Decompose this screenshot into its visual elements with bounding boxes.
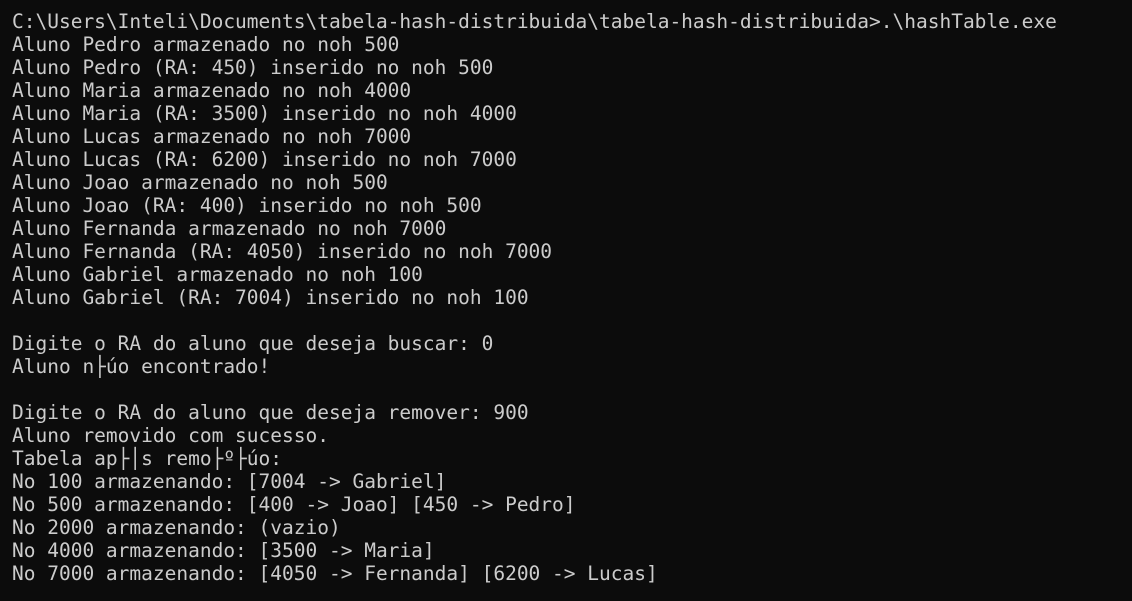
table-row-line: No 2000 armazenando: (vazio) bbox=[12, 516, 341, 539]
output-line: Aluno Pedro armazenado no noh 500 bbox=[12, 33, 400, 56]
terminal-window[interactable]: C:\Users\Inteli\Documents\tabela-hash-di… bbox=[0, 0, 1132, 601]
output-line: Aluno Joao (RA: 400) inserido no noh 500 bbox=[12, 194, 482, 217]
search-prompt-line: Digite o RA do aluno que deseja buscar: … bbox=[12, 332, 494, 355]
output-line: Aluno Lucas (RA: 6200) inserido no noh 7… bbox=[12, 148, 517, 171]
output-line: Aluno Fernanda (RA: 4050) inserido no no… bbox=[12, 240, 553, 263]
table-row-line: No 7000 armazenando: [4050 -> Fernanda] … bbox=[12, 562, 658, 585]
output-line: Aluno n├úo encontrado! bbox=[12, 355, 271, 378]
table-row-line: No 500 armazenando: [400 -> Joao] [450 -… bbox=[12, 493, 576, 516]
remove-prompt-line: Digite o RA do aluno que deseja remover:… bbox=[12, 401, 529, 424]
output-line: Aluno Fernanda armazenado no noh 7000 bbox=[12, 217, 447, 240]
command-prompt-line: C:\Users\Inteli\Documents\tabela-hash-di… bbox=[12, 10, 1057, 33]
output-line: Aluno Gabriel (RA: 7004) inserido no noh… bbox=[12, 286, 529, 309]
output-line: Aluno removido com sucesso. bbox=[12, 424, 329, 447]
output-line: Aluno Maria (RA: 3500) inserido no noh 4… bbox=[12, 102, 517, 125]
table-row-line: No 4000 armazenando: [3500 -> Maria] bbox=[12, 539, 435, 562]
output-line: Tabela ap├│s remo├º├úo: bbox=[12, 447, 283, 470]
output-line: Aluno Joao armazenado no noh 500 bbox=[12, 171, 388, 194]
table-row-line: No 100 armazenando: [7004 -> Gabriel] bbox=[12, 470, 447, 493]
output-line: Aluno Pedro (RA: 450) inserido no noh 50… bbox=[12, 56, 494, 79]
output-line: Aluno Gabriel armazenado no noh 100 bbox=[12, 263, 423, 286]
output-line: Aluno Lucas armazenado no noh 7000 bbox=[12, 125, 412, 148]
output-line: Aluno Maria armazenado no noh 4000 bbox=[12, 79, 412, 102]
